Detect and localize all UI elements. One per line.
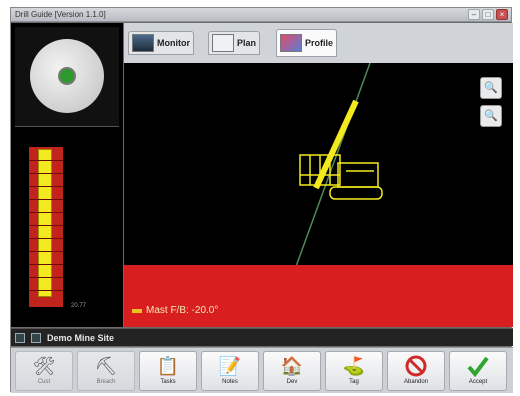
breach-label: Breach [96, 379, 116, 385]
drill-rig-icon [299, 99, 383, 200]
tag-button[interactable]: ⛳ Tag [325, 351, 383, 391]
drill-head-icon: ⛏ [94, 355, 118, 376]
tab-plan-label: Plan [237, 38, 257, 48]
minimize-button[interactable]: – [468, 9, 480, 20]
notes-label: Notes [222, 379, 238, 385]
tasks-label: Tasks [160, 379, 176, 385]
depth-fill [38, 149, 52, 297]
abandon-label: Abandon [403, 379, 429, 385]
cust-button[interactable]: 🛠 Cust [15, 351, 73, 391]
depth-tick [29, 264, 63, 265]
depth-value: 20.77 [71, 303, 87, 309]
depth-gauge: 20.77 [15, 131, 119, 323]
mast-angle-text: Mast F/B: -20.0° [146, 305, 219, 316]
window-title: Drill Guide [Version 1.1.0] [15, 10, 106, 19]
dev-button[interactable]: 🏠 Dev [263, 351, 321, 391]
left-panel: 20.77 [11, 23, 123, 327]
signal-icon [15, 332, 25, 343]
title-bar: Drill Guide [Version 1.1.0] – □ × [11, 8, 511, 22]
abandon-button[interactable]: Abandon [387, 351, 445, 391]
tag-label: Tag [349, 379, 359, 385]
depth-bar [29, 147, 63, 307]
inclination-indicator [15, 27, 119, 127]
depth-tick [29, 290, 63, 291]
zoom-in-icon: 🔍 [484, 82, 498, 94]
drill-rig-icon: 🛠 [32, 355, 56, 376]
depth-tick [29, 212, 63, 213]
tab-monitor[interactable]: Monitor [128, 31, 194, 55]
plan-icon [212, 34, 234, 52]
depth-tick [29, 160, 63, 161]
cust-label: Cust [37, 379, 51, 385]
app-window: Drill Guide [Version 1.1.0] – □ × 20.77 … [10, 7, 513, 393]
dev-label: Dev [286, 379, 298, 385]
close-button[interactable]: × [496, 9, 508, 20]
site-name: Demo Mine Site [47, 332, 115, 343]
tab-profile-label: Profile [305, 38, 334, 48]
tasks-icon: 📋 [156, 355, 180, 376]
abandon-icon [403, 354, 429, 378]
view-tabs: Monitor Plan Profile [124, 23, 513, 63]
accept-button[interactable]: Accept [449, 351, 507, 391]
status-bar: Demo Mine Site [11, 328, 513, 346]
tab-profile[interactable]: Profile [276, 29, 338, 57]
tasks-button[interactable]: 📋 Tasks [139, 351, 197, 391]
depth-tick [29, 277, 63, 278]
accept-checkmark-icon [465, 354, 491, 378]
zoom-in-button[interactable]: 🔍 [480, 77, 502, 99]
bottom-toolbar: 🛠 Cust ⛏ Breach 📋 Tasks 📝 Notes 🏠 Dev ⛳ … [11, 347, 513, 393]
mast-angle-readout: Mast F/B: -20.0° [132, 305, 218, 316]
gps-icon [31, 332, 41, 343]
profile-view: Mast F/B: -20.0° 🔍 🔍 [124, 63, 513, 327]
window-controls: – □ × [468, 9, 508, 20]
depth-tick [29, 199, 63, 200]
profile-icon [280, 34, 302, 52]
depth-tick [29, 251, 63, 252]
notes-button[interactable]: 📝 Notes [201, 351, 259, 391]
notes-icon: 📝 [218, 355, 242, 376]
monitor-icon [132, 34, 154, 52]
zoom-out-button[interactable]: 🔍 [480, 105, 502, 127]
tab-plan[interactable]: Plan [208, 31, 261, 55]
depth-tick [29, 238, 63, 239]
tab-monitor-label: Monitor [157, 38, 190, 48]
zoom-out-icon: 🔍 [484, 110, 498, 122]
breach-button[interactable]: ⛏ Breach [77, 351, 135, 391]
depth-tick [29, 186, 63, 187]
depth-tick [29, 173, 63, 174]
ground-surface [124, 265, 513, 327]
level-gauge [30, 39, 104, 113]
level-dot [58, 67, 76, 85]
depth-tick [29, 225, 63, 226]
dev-icon: 🏠 [280, 355, 304, 376]
accept-label: Accept [468, 379, 488, 385]
maximize-button[interactable]: □ [482, 9, 494, 20]
tag-flag-icon: ⛳ [342, 355, 366, 376]
mast-marker-icon [132, 308, 142, 313]
